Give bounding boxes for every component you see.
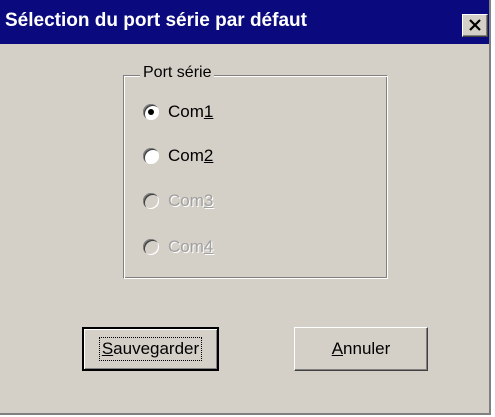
radio-label-com4: Com4 (168, 237, 214, 256)
radio-com3: Com3 (143, 190, 213, 212)
radio-label-com2: Com2 (168, 146, 214, 165)
save-button[interactable]: Sauvegarder (82, 327, 219, 371)
radio-com4: Com4 (143, 236, 213, 258)
cancel-button-label: Annuler (331, 339, 391, 358)
radio-button-com1[interactable] (143, 104, 159, 120)
close-icon (469, 19, 481, 31)
port-group-label: Port série (140, 64, 215, 82)
close-button[interactable] (462, 14, 488, 37)
dialog-window: Sélection du port série par défaut Port … (0, 0, 491, 415)
radio-button-com2[interactable] (143, 148, 159, 164)
radio-com1[interactable]: Com1 (143, 101, 213, 123)
title-bar[interactable]: Sélection du port série par défaut (0, 0, 489, 44)
radio-com2[interactable]: Com2 (143, 145, 213, 167)
radio-label-com1: Com1 (168, 102, 214, 121)
cancel-button[interactable]: Annuler (294, 327, 428, 371)
radio-button-com4 (143, 239, 159, 255)
dialog-title: Sélection du port série par défaut (5, 10, 307, 31)
radio-label-com3: Com3 (168, 191, 214, 210)
radio-button-com3 (143, 193, 159, 209)
save-button-label: Sauvegarder (98, 337, 203, 361)
